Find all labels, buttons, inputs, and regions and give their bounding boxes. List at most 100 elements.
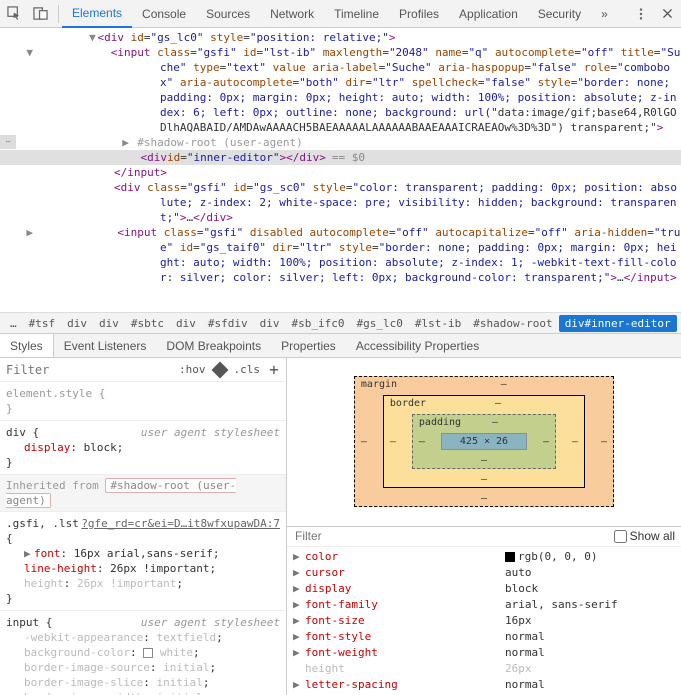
computed-row[interactable]: ▶cursorauto [287,565,681,581]
rule-element-style[interactable]: element.style { } [0,382,286,421]
computed-row[interactable]: ▶font-weightnormal [287,645,681,661]
val[interactable]: 26px !important [77,577,176,590]
bm-content[interactable]: 425 × 26 [441,433,527,450]
tab-console[interactable]: Console [132,0,196,27]
tab-profiles[interactable]: Profiles [389,0,449,27]
computed-row[interactable]: height26px [287,661,681,677]
source-link[interactable]: ?gfe_rd=cr&ei=D…it8wfxupawDA:7 [81,516,280,531]
crumb[interactable]: #sbtc [125,315,170,332]
inspect-icon[interactable] [3,3,25,25]
prop[interactable]: background-color [24,646,130,659]
tab-network[interactable]: Network [260,0,324,27]
box-model[interactable]: margin – – – – border – – – – padding – … [287,358,681,527]
val[interactable]: white [160,646,193,659]
selector: div { [6,426,39,439]
crumb[interactable]: #shadow-root [467,315,558,332]
hov-button[interactable]: :hov [179,362,206,377]
crumb[interactable]: div [61,315,93,332]
val[interactable]: initial [156,676,202,689]
bm-margin[interactable]: margin – – – – border – – – – padding – … [354,376,614,507]
show-all-checkbox[interactable] [614,530,627,543]
sidebar-tabs: Styles Event Listeners DOM Breakpoints P… [0,334,681,358]
prop[interactable]: -webkit-appearance [24,631,143,644]
computed-row[interactable]: ▶displayblock [287,581,681,597]
val[interactable]: 16px arial,sans-serif [74,547,213,560]
val[interactable]: initial [163,661,209,674]
selector: element.style { [6,387,105,400]
expand-icon[interactable]: ▶ [24,546,34,561]
new-rule-button[interactable]: + [266,362,282,377]
selected-node[interactable]: <div id="inner-editor"></div> == $0 [0,150,681,165]
kebab-icon[interactable] [630,3,652,25]
computed-row[interactable]: ▶font-familyarial, sans-serif [287,597,681,613]
prop[interactable]: height [24,577,64,590]
prop[interactable]: border-image-width [24,691,143,695]
computed-row[interactable]: ▶colorrgb(0, 0, 0) [287,549,681,565]
bm-val: – [481,474,487,485]
dom-node[interactable]: ▶ #shadow-root (user-agent) [0,135,681,150]
dom-node[interactable]: ▶ <input class="gsfi" disabled autocompl… [0,225,681,285]
rule-div[interactable]: user agent stylesheet div { display: blo… [0,421,286,475]
stab-dom-breakpoints[interactable]: DOM Breakpoints [156,334,271,357]
tab-application[interactable]: Application [449,0,528,27]
lower-panes: :hov .cls + element.style { } user agent… [0,358,681,695]
crumb[interactable]: div [254,315,286,332]
bm-val: – [495,398,501,409]
color-swatch[interactable] [143,648,153,658]
crumb[interactable]: #sb_ifc0 [286,315,351,332]
tab-elements[interactable]: Elements [62,1,132,28]
crumb[interactable]: div [93,315,125,332]
crumb[interactable]: #sfdiv [202,315,254,332]
tab-more[interactable]: » [591,0,618,27]
bm-padding[interactable]: padding – – – – 425 × 26 [412,414,556,469]
crumb[interactable]: #gs_lc0 [350,315,408,332]
dom-node[interactable]: ▼<input class="gsfi" id="lst-ib" maxleng… [0,45,681,135]
tab-security[interactable]: Security [528,0,591,27]
prop[interactable]: font [34,547,61,560]
val[interactable]: textfield [156,631,216,644]
main-toolbar: Elements Console Sources Network Timelin… [0,0,681,28]
dom-node[interactable]: ▼<div id="gs_lc0" style="position: relat… [0,30,681,45]
rule-input[interactable]: user agent stylesheet input { -webkit-ap… [0,611,286,695]
show-all-label: Show all [630,529,675,543]
bm-border[interactable]: border – – – – padding – – – – 425 × 26 [383,395,585,488]
dom-node[interactable]: </input> [0,165,681,180]
elements-tree[interactable]: ⋯ ▼<div id="gs_lc0" style="position: rel… [0,28,681,312]
computed-row[interactable]: ▶font-size16px [287,613,681,629]
close-icon[interactable] [656,3,678,25]
val[interactable]: initial [156,691,202,695]
computed-row[interactable]: ▶letter-spacingnormal [287,677,681,693]
computed-filter-input[interactable] [293,528,610,544]
panel-tabs: Elements Console Sources Network Timelin… [62,0,618,27]
selector: .gsfi, .lst { [6,517,79,545]
prop[interactable]: border-image-slice [24,676,143,689]
bm-val: – [361,436,367,447]
bm-val: – [492,417,498,428]
crumb[interactable]: … [4,315,23,332]
crumb[interactable]: div [170,315,202,332]
computed-row[interactable]: ▶font-stylenormal [287,629,681,645]
styles-filter-input[interactable] [4,362,64,378]
dom-node[interactable]: <div class="gsfi" id="gs_sc0" style="col… [0,180,681,225]
device-toggle-icon[interactable] [29,3,51,25]
val[interactable]: block [84,441,117,454]
stab-accessibility[interactable]: Accessibility Properties [346,334,489,357]
prop[interactable]: line-height [24,562,97,575]
crumb[interactable]: #tsf [23,315,62,332]
crumb[interactable]: #lst-ib [409,315,467,332]
crumb[interactable]: div#inner-editor [559,315,677,332]
diamond-icon[interactable] [211,361,228,378]
rule-gsfi[interactable]: ?gfe_rd=cr&ei=D…it8wfxupawDA:7 .gsfi, .l… [0,512,286,611]
gutter-marker: ⋯ [0,135,16,149]
val[interactable]: 26px !important [110,562,209,575]
toolbar-right [630,3,678,25]
stab-styles[interactable]: Styles [0,334,54,357]
prop[interactable]: border-image-source [24,661,150,674]
tab-timeline[interactable]: Timeline [324,0,389,27]
prop[interactable]: display [24,441,70,454]
cls-button[interactable]: .cls [234,362,261,377]
stab-properties[interactable]: Properties [271,334,346,357]
stab-event-listeners[interactable]: Event Listeners [54,334,157,357]
tab-sources[interactable]: Sources [196,0,260,27]
toolbar-left [3,3,62,25]
